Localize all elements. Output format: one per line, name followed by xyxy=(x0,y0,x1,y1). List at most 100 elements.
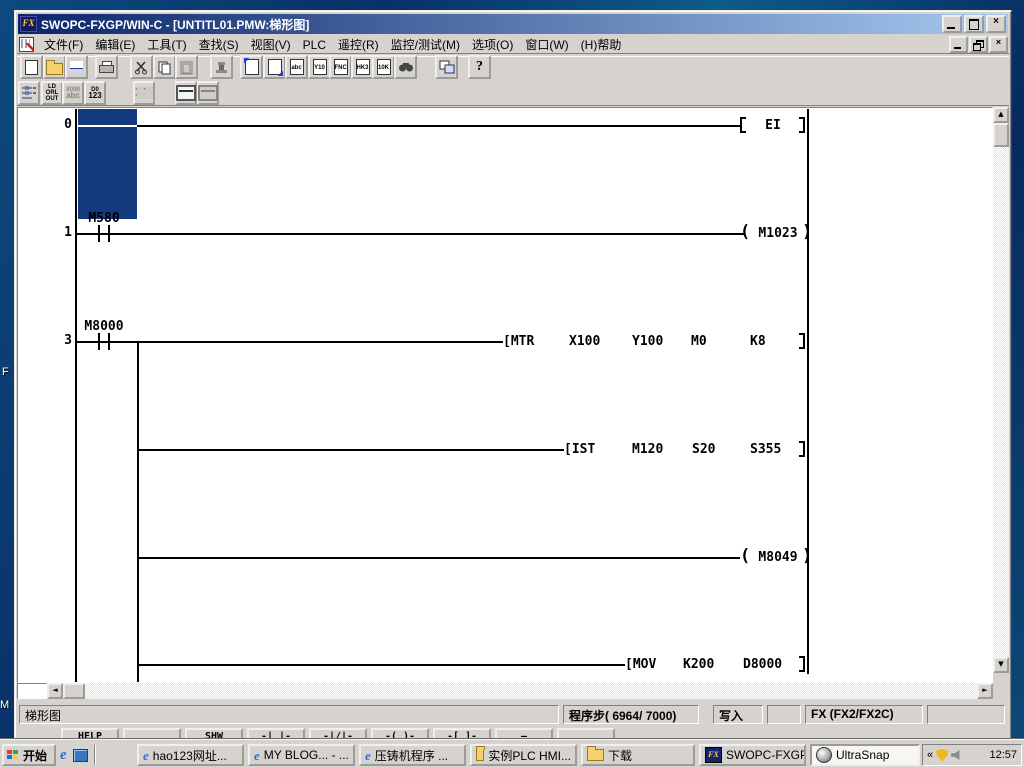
operand: S20 xyxy=(692,443,715,457)
operand: D8000 xyxy=(743,658,782,672)
convert-button[interactable] xyxy=(210,55,233,79)
app-window: FX SWOPC-FXGP/WIN-C - [UNTITL01.PMW:梯形图]… xyxy=(14,10,1012,745)
scrollbar-pad xyxy=(17,683,47,699)
open-button[interactable] xyxy=(43,55,66,79)
vertical-scroll-thumb[interactable] xyxy=(993,123,1009,147)
title-bar[interactable]: FX SWOPC-FXGP/WIN-C - [UNTITL01.PMW:梯形图]… xyxy=(18,14,1008,34)
task-ultrasnap[interactable]: UltraSnap xyxy=(810,744,920,766)
register-value-button[interactable]: D0 123 xyxy=(84,81,106,105)
menu-remote[interactable]: 遥控(R) xyxy=(332,34,385,55)
minimize-icon xyxy=(947,27,955,29)
wire xyxy=(137,125,740,127)
close-button[interactable]: × xyxy=(986,15,1006,33)
internet-explorer-icon: e xyxy=(365,748,371,763)
desktop: F M FX SWOPC-FXGP/WIN-C - [UNTITL01.PMW:… xyxy=(0,0,1024,768)
device-view-button[interactable]: Y10 xyxy=(308,55,331,79)
task-diecast-program[interactable]: e 压铸机程序 ... xyxy=(359,744,466,766)
new-button[interactable] xyxy=(20,55,43,79)
desktop-icon-label-fragment: F xyxy=(2,366,9,378)
contact-view-button[interactable]: HK3 xyxy=(351,55,374,79)
mdi-restore-button[interactable] xyxy=(969,36,988,53)
register-view-button[interactable]: 10K xyxy=(372,55,395,79)
print-button[interactable] xyxy=(95,55,118,79)
scroll-down-button[interactable]: ▼ xyxy=(993,657,1009,673)
save-icon xyxy=(70,61,83,74)
help-button[interactable]: ? xyxy=(468,55,491,79)
save-button[interactable] xyxy=(65,55,88,79)
scroll-right-button[interactable]: ► xyxy=(977,683,993,699)
horizontal-scroll-thumb[interactable] xyxy=(63,683,85,699)
binoculars-icon xyxy=(398,61,414,73)
copy-button[interactable] xyxy=(153,55,176,79)
ladder-symbols-button[interactable] xyxy=(18,81,40,105)
maximize-button[interactable] xyxy=(964,15,984,33)
security-shield-icon[interactable] xyxy=(936,749,948,762)
fnc-page-icon: FNC xyxy=(334,59,348,75)
task-label: MY BLOG... - ... xyxy=(264,748,349,762)
ladder-canvas[interactable]: 0 1 3 EI M580 ( M1023 ) xyxy=(17,107,993,683)
menu-plc[interactable]: PLC xyxy=(297,36,332,54)
instruction-list-button[interactable]: LD ORL OUT xyxy=(41,81,63,105)
start-button[interactable]: 开始 xyxy=(2,744,56,766)
instruction-bracket-close xyxy=(799,656,805,672)
mdi-close-button[interactable]: × xyxy=(989,36,1008,53)
instruction-bracket-close xyxy=(799,441,805,457)
rung-number: 1 xyxy=(52,226,72,240)
page-down-icon xyxy=(268,59,282,75)
page-up-icon xyxy=(245,59,259,75)
chevron-icon[interactable]: « xyxy=(927,749,933,761)
monitor-stop-button[interactable] xyxy=(197,81,219,105)
operand: X100 xyxy=(569,335,600,349)
contact-bar xyxy=(98,333,100,350)
branch-wire xyxy=(137,341,139,683)
status-blank xyxy=(767,705,801,724)
menu-view[interactable]: 视图(V) xyxy=(245,34,297,55)
operand: M120 xyxy=(632,443,663,457)
keypad-button[interactable]: · · · xyxy=(133,81,155,105)
scrollbar-corner xyxy=(993,673,1009,699)
menu-tools[interactable]: 工具(T) xyxy=(141,34,192,55)
scissors-icon xyxy=(134,60,149,75)
instruction-ist: [IST xyxy=(564,443,595,457)
task-download-folder[interactable]: 下载 xyxy=(581,744,695,766)
instruction-view-button[interactable]: FNC xyxy=(329,55,352,79)
internet-explorer-icon[interactable]: e xyxy=(60,748,67,763)
volume-icon[interactable] xyxy=(951,750,962,760)
status-mode: 梯形图 xyxy=(19,705,559,724)
monitor-start-button[interactable] xyxy=(175,81,197,105)
scroll-left-button[interactable]: ◄ xyxy=(47,683,63,699)
menu-find[interactable]: 查找(S) xyxy=(193,34,245,55)
document-icon[interactable] xyxy=(19,37,34,52)
rung-number: 3 xyxy=(52,334,72,348)
mdi-minimize-button[interactable] xyxy=(949,36,968,53)
menu-file[interactable]: 文件(F) xyxy=(38,34,89,55)
coil-paren-open: ( xyxy=(740,547,750,565)
menu-help[interactable]: (H)帮助 xyxy=(575,34,628,55)
find-button[interactable] xyxy=(394,55,417,79)
pen-glyph xyxy=(26,43,33,51)
task-myblog[interactable]: e MY BLOG... - ... xyxy=(248,744,355,766)
show-desktop-icon[interactable] xyxy=(73,749,88,762)
next-screen-button[interactable] xyxy=(263,55,286,79)
cut-button[interactable] xyxy=(130,55,153,79)
task-swopc-fxgp[interactable]: FX SWOPC-FXGP/... xyxy=(699,744,806,766)
paste-button[interactable] xyxy=(175,55,198,79)
device-comment-button[interactable]: X000 abc xyxy=(62,81,84,105)
comment-view-button[interactable]: abc xyxy=(285,55,308,79)
scroll-up-button[interactable]: ▲ xyxy=(993,107,1009,123)
horizontal-scrollbar[interactable]: ◄ ► xyxy=(47,683,993,699)
switch-window-button[interactable] xyxy=(435,55,458,79)
prev-screen-button[interactable] xyxy=(240,55,263,79)
task-hao123[interactable]: e hao123网址... xyxy=(137,744,244,766)
minimize-button[interactable] xyxy=(942,15,962,33)
status-steps: 程序步( 6964/ 7000) xyxy=(563,705,699,724)
menu-monitor-test[interactable]: 监控/测试(M) xyxy=(385,34,466,55)
task-plc-hmi-folder[interactable]: 实例PLC HMI... xyxy=(470,744,577,766)
monitor-icon xyxy=(176,85,196,101)
menu-options[interactable]: 选项(O) xyxy=(466,34,519,55)
wire-selected xyxy=(78,125,137,127)
menu-edit[interactable]: 编辑(E) xyxy=(89,34,141,55)
menu-window[interactable]: 窗口(W) xyxy=(519,34,574,55)
vertical-scrollbar[interactable]: ▲ ▼ xyxy=(993,107,1009,673)
window-title: SWOPC-FXGP/WIN-C - [UNTITL01.PMW:梯形图] xyxy=(41,16,940,33)
